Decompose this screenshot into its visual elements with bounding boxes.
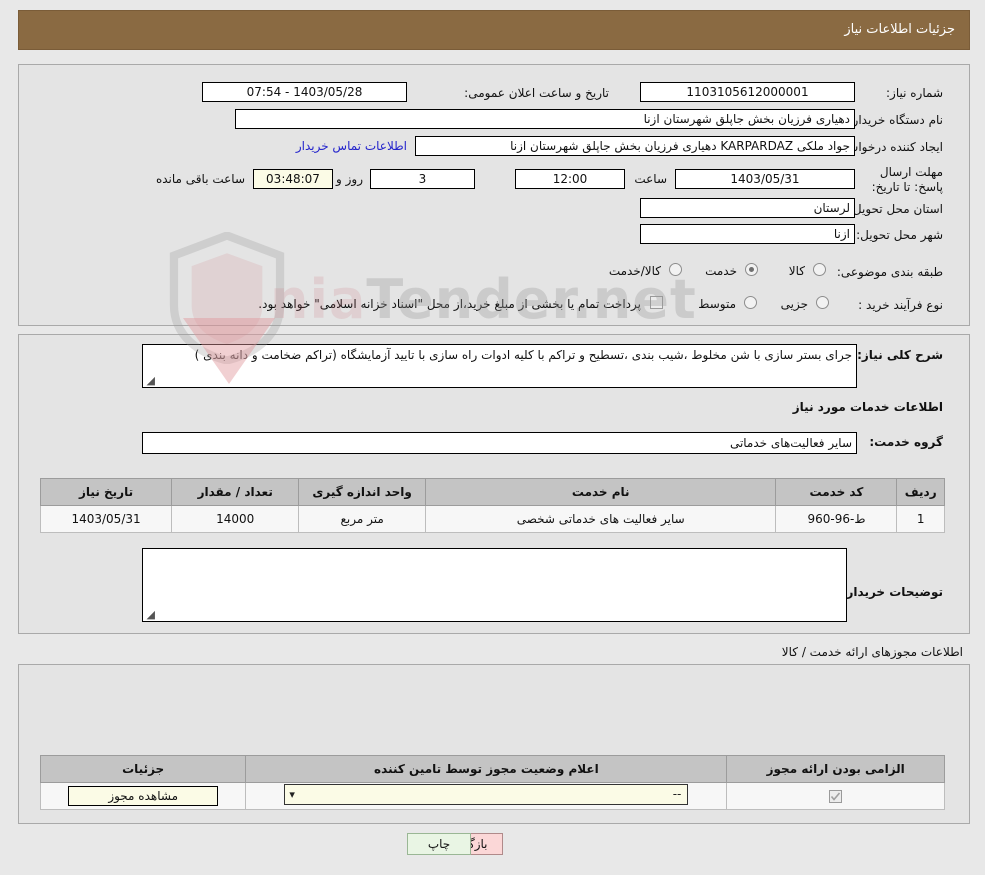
cell-license-status: ▾ -- <box>245 782 728 810</box>
deadline-date-value: 1403/05/31 <box>675 169 855 189</box>
cell-unit: متر مربع <box>298 505 426 533</box>
buyer-comments-label: توضیحات خریدار: <box>841 585 943 599</box>
col-license-required: الزامی بودن ارائه مجوز <box>726 755 945 783</box>
table-row: ▾ -- مشاهده مجوز <box>39 782 945 810</box>
remaining-days-value: 3 <box>370 169 475 189</box>
deadline-hour-value: 12:00 <box>515 169 625 189</box>
licenses-table: الزامی بودن ارائه مجوز اعلام وضعیت مجوز … <box>39 755 945 810</box>
page-title: جزئیات اطلاعات نیاز <box>844 22 955 37</box>
col-license-details: جزئیات <box>39 755 247 783</box>
category-radio-kala-label: کالا <box>788 264 805 278</box>
delivery-city-value: ازنا <box>640 224 855 244</box>
category-radio-kala-khedmat[interactable] <box>669 263 682 276</box>
license-status-value: -- <box>672 787 682 801</box>
cell-quantity: 14000 <box>171 505 300 533</box>
licenses-subtitle: اطلاعات مجوزهای ارائه خدمت / کالا <box>781 645 963 659</box>
announce-datetime-value: 1403/05/28 - 07:54 <box>202 82 407 102</box>
category-label: طبقه بندی موضوعی: <box>836 265 943 279</box>
col-service-name: نام خدمت <box>424 478 777 506</box>
col-license-status: اعلام وضعیت مجوز توسط تامین کننده <box>245 755 728 783</box>
process-radio-jozii[interactable] <box>816 296 829 309</box>
treasury-bond-note: پرداخت تمام یا بخشی از مبلغ خرید،از محل … <box>258 297 641 311</box>
category-radio-khedmat[interactable] <box>745 263 758 276</box>
need-number-value: 1103105612000001 <box>640 82 855 102</box>
licenses-table-header-row: الزامی بودن ارائه مجوز اعلام وضعیت مجوز … <box>39 755 945 783</box>
chevron-down-icon: ▾ <box>289 788 295 801</box>
need-info-panel <box>18 64 970 326</box>
treasury-bond-checkbox[interactable] <box>650 296 663 309</box>
description-textarea[interactable]: جرای بستر سازی با شن مخلوط ،شیب بندی ،تس… <box>142 344 857 388</box>
services-section-heading: اطلاعات خدمات مورد نیاز <box>792 400 943 414</box>
request-creator-value: جواد ملکی KARPARDAZ دهیاری فرزیان بخش جا… <box>415 136 855 156</box>
cell-license-details: مشاهده مجوز <box>39 782 247 810</box>
print-button[interactable]: چاپ <box>407 833 471 855</box>
col-quantity: تعداد / مقدار <box>171 478 300 506</box>
description-text: جرای بستر سازی با شن مخلوط ،شیب بندی ،تس… <box>194 348 852 362</box>
need-number-label: شماره نیاز: <box>886 86 943 100</box>
resize-grip-icon[interactable]: ◢ <box>145 609 155 620</box>
deadline-label: مهلت ارسال پاسخ: تا تاریخ: <box>871 165 943 194</box>
cell-license-required <box>726 782 945 810</box>
license-status-select[interactable]: ▾ -- <box>284 784 689 805</box>
col-row: ردیف <box>896 478 945 506</box>
category-radio-kala[interactable] <box>813 263 826 276</box>
buyer-org-value: دهیاری فرزیان بخش جاپلق شهرستان ازنا <box>235 109 855 129</box>
days-label: روز و <box>336 172 363 186</box>
hour-label: ساعت <box>634 172 667 186</box>
description-label: شرح کلی نیاز: <box>857 348 943 362</box>
table-row: 1 ط-96-960 سایر فعالیت های خدماتی شخصی م… <box>39 505 945 533</box>
service-group-label: گروه خدمت: <box>869 435 943 449</box>
view-license-button[interactable]: مشاهده مجوز <box>68 786 219 806</box>
window-title-bar: جزئیات اطلاعات نیاز <box>18 10 970 50</box>
col-need-date: تاریخ نیاز <box>39 478 173 506</box>
services-table: ردیف کد خدمت نام خدمت واحد اندازه گیری ت… <box>39 478 945 533</box>
cell-row: 1 <box>896 505 945 533</box>
remaining-hours-label: ساعت باقی مانده <box>155 172 245 186</box>
buyer-contact-link[interactable]: اطلاعات تماس خریدار <box>296 139 407 153</box>
category-radio-kala-khedmat-label: کالا/خدمت <box>608 264 661 278</box>
delivery-city-label: شهر محل تحویل: <box>856 228 943 242</box>
cell-need-date: 1403/05/31 <box>39 505 173 533</box>
services-table-header-row: ردیف کد خدمت نام خدمت واحد اندازه گیری ت… <box>39 478 945 506</box>
service-group-value: سایر فعالیت‌های خدماتی <box>142 432 857 454</box>
cell-service-code: ط-96-960 <box>775 505 898 533</box>
purchase-process-label: نوع فرآیند خرید : <box>858 298 943 312</box>
resize-grip-icon[interactable]: ◢ <box>145 375 155 386</box>
delivery-province-value: لرستان <box>640 198 855 218</box>
col-service-code: کد خدمت <box>775 478 898 506</box>
buyer-org-label: نام دستگاه خریدار: <box>848 113 944 127</box>
cell-service-name: سایر فعالیت های خدماتی شخصی <box>424 505 777 533</box>
announce-datetime-label: تاریخ و ساعت اعلان عمومی: <box>464 86 609 100</box>
process-radio-motavaset[interactable] <box>744 296 757 309</box>
col-unit: واحد اندازه گیری <box>298 478 426 506</box>
delivery-province-label: استان محل تحویل: <box>848 202 943 216</box>
buyer-comments-textarea[interactable]: ◢ <box>142 548 847 622</box>
category-radio-khedmat-label: خدمت <box>705 264 737 278</box>
license-required-checkbox <box>829 790 843 803</box>
process-radio-jozii-label: جزیی <box>780 297 808 311</box>
remaining-time-value: 03:48:07 <box>253 169 333 189</box>
process-radio-motavaset-label: متوسط <box>698 297 736 311</box>
